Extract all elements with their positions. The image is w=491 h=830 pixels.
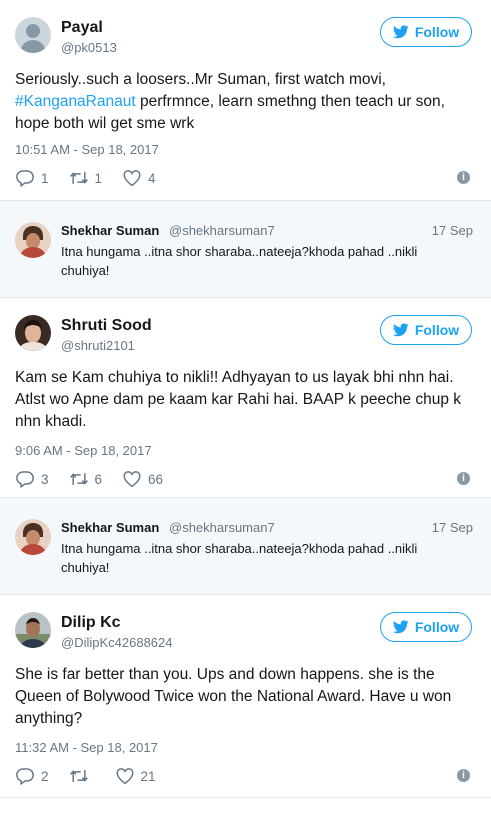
tweet-text: Seriously..such a loosers..Mr Suman, fir…: [15, 69, 477, 135]
info-icon[interactable]: i: [457, 171, 470, 184]
reply-button[interactable]: 2: [15, 767, 49, 785]
tweet-card: Shruti Sood @shruti2101 Follow Kam se Ka…: [0, 298, 491, 497]
retweet-button[interactable]: [69, 767, 95, 785]
divider: [0, 797, 491, 798]
reply-icon: [16, 768, 34, 785]
reply-count: 2: [41, 768, 49, 784]
reply-icon: [16, 471, 34, 488]
retweet-button[interactable]: 6: [69, 470, 103, 488]
author-handle[interactable]: @DilipKc42688624: [61, 635, 173, 650]
reply-count: 3: [41, 471, 49, 487]
retweet-count: 6: [94, 471, 103, 487]
quoted-date: 17 Sep: [431, 520, 473, 535]
retweet-button[interactable]: 1: [69, 169, 103, 187]
reply-icon: [16, 170, 34, 187]
tweet-text: She is far better than you. Ups and down…: [15, 666, 452, 727]
like-count: 4: [148, 170, 156, 186]
follow-button[interactable]: Follow: [380, 612, 472, 642]
hashtag-link[interactable]: #KanganaRanaut: [15, 93, 136, 110]
retweet-icon: [69, 770, 88, 782]
avatar[interactable]: [15, 315, 51, 351]
quoted-tweet[interactable]: Shekhar Suman @shekharsuman7 17 Sep Itna…: [0, 200, 491, 298]
quoted-tweet[interactable]: Shekhar Suman @shekharsuman7 17 Sep Itna…: [0, 497, 491, 595]
tweet-text-part: Seriously..such a loosers..Mr Suman, fir…: [15, 71, 386, 88]
follow-label: Follow: [414, 24, 460, 40]
reply-button[interactable]: 3: [15, 470, 49, 488]
retweet-icon: [69, 172, 88, 184]
follow-label: Follow: [414, 322, 460, 338]
avatar-default[interactable]: [15, 17, 51, 53]
reply-button[interactable]: 1: [15, 169, 49, 187]
heart-icon: [116, 768, 134, 785]
author-handle[interactable]: @pk0513: [61, 40, 117, 55]
quoted-date: 17 Sep: [431, 223, 473, 238]
heart-icon: [123, 170, 141, 187]
twitter-bird-icon: [392, 25, 409, 39]
timestamp[interactable]: 9:06 AM - Sep 18, 2017: [15, 443, 152, 458]
like-button[interactable]: 4: [122, 169, 156, 187]
tweet-card: Payal @pk0513 Follow Seriously..such a l…: [0, 0, 491, 200]
tweet-actions: 1 1 4: [15, 168, 176, 188]
author-name[interactable]: Dilip Kc: [61, 614, 121, 632]
quoted-author-name: Shekhar Suman: [61, 223, 160, 238]
follow-label: Follow: [414, 619, 460, 635]
avatar[interactable]: [15, 612, 51, 648]
info-icon[interactable]: i: [457, 769, 470, 782]
retweet-icon: [69, 473, 88, 485]
retweet-count: 1: [94, 170, 103, 186]
tweet-actions: 2 21: [15, 766, 176, 786]
quoted-author-name: Shekhar Suman: [61, 520, 160, 535]
timestamp[interactable]: 11:32 AM - Sep 18, 2017: [15, 740, 158, 755]
twitter-bird-icon: [392, 620, 409, 634]
quoted-avatar[interactable]: [15, 519, 51, 555]
quoted-text: Itna hungama ..itna shor sharaba..nateej…: [61, 244, 418, 278]
heart-icon: [123, 471, 141, 488]
like-button[interactable]: 21: [115, 767, 156, 785]
timestamp[interactable]: 10:51 AM - Sep 18, 2017: [15, 142, 159, 157]
twitter-bird-icon: [392, 323, 409, 337]
like-count: 21: [140, 768, 156, 784]
author-name[interactable]: Shruti Sood: [61, 317, 152, 335]
like-count: 66: [148, 471, 164, 487]
tweet-text: Kam se Kam chuhiya to nikli!! Adhyayan t…: [15, 369, 462, 430]
tweet-actions: 3 6 66: [15, 469, 183, 489]
tweet-card: Dilip Kc @DilipKc42688624 Follow She is …: [0, 595, 491, 797]
quoted-avatar[interactable]: [15, 222, 51, 258]
reply-count: 1: [41, 170, 49, 186]
info-icon[interactable]: i: [457, 472, 470, 485]
author-name[interactable]: Payal: [61, 19, 103, 37]
like-button[interactable]: 66: [122, 470, 163, 488]
quoted-text: Itna hungama ..itna shor sharaba..nateej…: [61, 541, 418, 575]
follow-button[interactable]: Follow: [380, 315, 472, 345]
author-handle[interactable]: @shruti2101: [61, 338, 135, 353]
follow-button[interactable]: Follow: [380, 17, 472, 47]
quoted-author-handle: @shekharsuman7: [169, 223, 275, 238]
quoted-author-handle: @shekharsuman7: [169, 520, 275, 535]
